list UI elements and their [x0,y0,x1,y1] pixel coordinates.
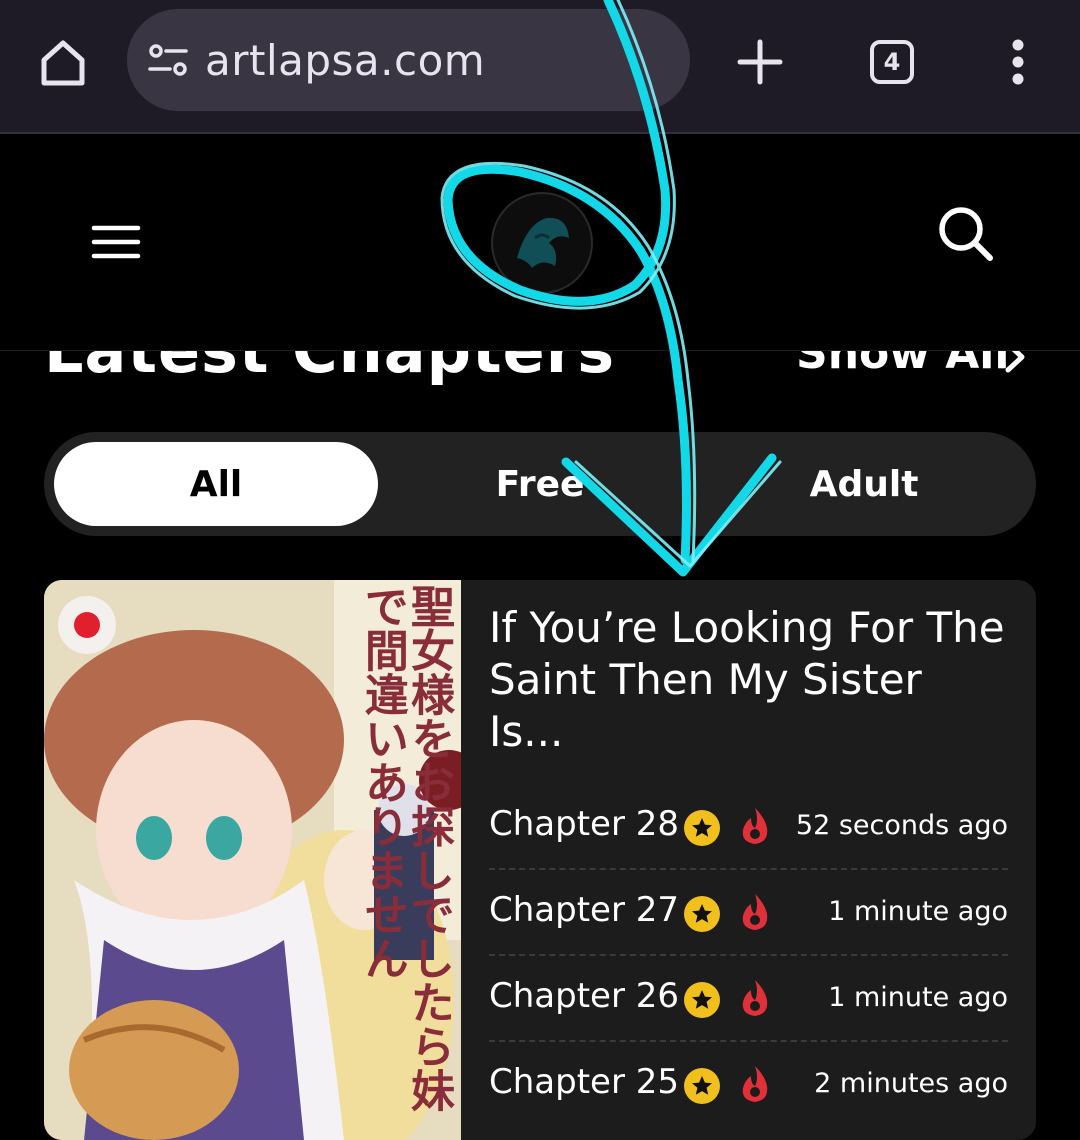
home-button[interactable] [34,34,92,92]
japan-flag-icon [58,596,116,654]
tab-all[interactable]: All [54,442,378,526]
search-button[interactable] [932,200,998,266]
fire-icon [739,1064,771,1104]
cover-title-text: 聖女様をお探しでしたら妹で間違いありません [356,584,454,1112]
menu-button[interactable] [88,214,144,270]
tab-switcher-button[interactable]: 4 [864,34,920,90]
chapter-row[interactable]: Chapter 25 2 minutes ago [489,1040,1008,1126]
manga-title[interactable]: If You’re Looking For The Saint Then My … [489,602,1009,758]
plus-icon [737,39,783,85]
search-icon [939,207,993,261]
star-icon [684,896,720,932]
chapter-time: 2 minutes ago [814,1068,1008,1099]
browser-toolbar: artlapsa.com 4 [0,0,1080,134]
chapter-name[interactable]: Chapter 25 [489,1062,679,1102]
tab-free[interactable]: Free [378,442,702,526]
tabs-icon: 4 [870,40,914,84]
site-logo[interactable] [487,188,597,298]
address-bar[interactable]: artlapsa.com [127,9,690,111]
hamburger-icon [91,225,141,259]
star-icon [684,1068,720,1104]
tab-adult[interactable]: Adult [702,442,1026,526]
fire-icon [739,806,771,846]
fire-icon [739,978,771,1018]
chapter-row[interactable]: Chapter 26 1 minute ago [489,954,1008,1042]
filter-tabs: All Free Adult [44,432,1036,536]
chapter-name[interactable]: Chapter 28 [489,804,679,844]
manga-card[interactable]: 聖女様をお探しでしたら妹で間違いありません If You’re Looking … [44,580,1036,1140]
chapter-time: 1 minute ago [828,896,1008,927]
chapter-row[interactable]: Chapter 28 52 seconds ago [489,782,1008,870]
more-vert-icon [1012,39,1024,85]
chapter-time: 52 seconds ago [795,810,1008,841]
chapter-name[interactable]: Chapter 27 [489,890,679,930]
chapter-time: 1 minute ago [828,982,1008,1013]
url-text: artlapsa.com [205,35,486,85]
chapter-row[interactable]: Chapter 27 1 minute ago [489,868,1008,956]
new-tab-button[interactable] [730,32,790,92]
chapter-name[interactable]: Chapter 26 [489,976,679,1016]
tune-icon[interactable] [147,39,189,81]
star-icon [684,982,720,1018]
fire-icon [739,892,771,932]
manga-cover[interactable]: 聖女様をお探しでしたら妹で間違いありません [44,580,461,1140]
star-icon [684,810,720,846]
home-icon [41,40,85,86]
browser-menu-button[interactable] [996,34,1040,90]
